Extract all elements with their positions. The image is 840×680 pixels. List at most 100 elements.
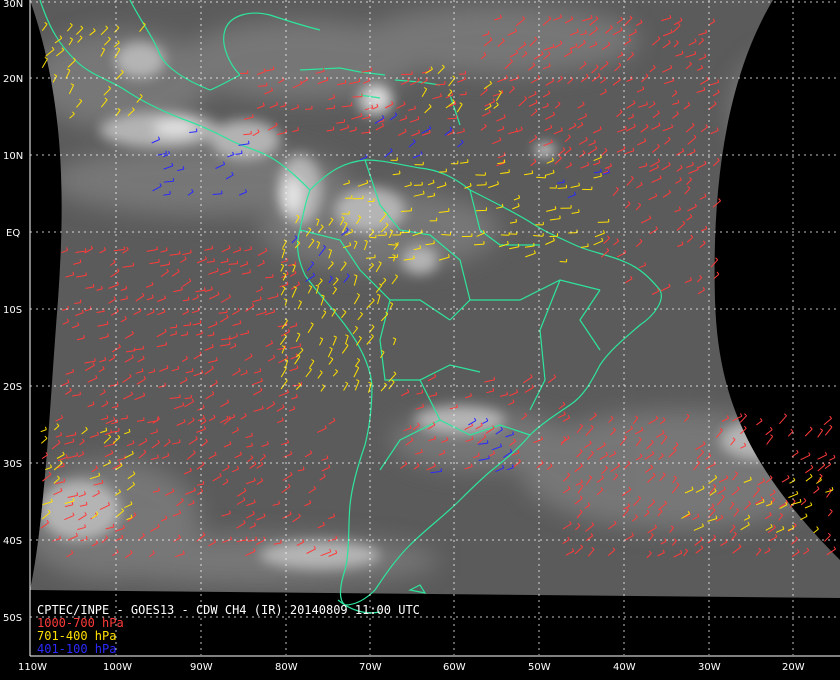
lat-label-20s: 20S [3, 382, 22, 393]
wind-barb-tick [76, 492, 79, 496]
wind-barb [825, 489, 834, 493]
lat-label-10n: 10N [3, 151, 23, 162]
wind-barb-tick [272, 66, 275, 70]
wind-barb-tick [212, 331, 215, 335]
wind-barb-tick [284, 345, 286, 349]
wind-barb-tick [118, 427, 120, 432]
lat-label-30s: 30S [3, 459, 22, 470]
lat-label-20n: 20N [3, 74, 23, 85]
wind-barb-tick [829, 424, 833, 428]
wind-barb-tick [211, 245, 214, 249]
wind-barb-tick [169, 191, 171, 195]
wind-barb-tick [252, 114, 254, 118]
wind-barb-tick [827, 532, 831, 536]
wind-barb-tick [740, 413, 743, 417]
wind-barb [817, 430, 824, 438]
lon-label-30w: 30W [698, 662, 721, 673]
wind-barb-tick [578, 182, 580, 186]
wind-barb [40, 438, 48, 444]
wind-barb-tick [517, 243, 520, 247]
wind-barb-tick [816, 486, 820, 490]
wind-barb-tick [182, 166, 185, 170]
wind-barb [766, 436, 774, 445]
wind-barb [781, 477, 790, 483]
wind-barb-tick [158, 487, 160, 491]
wind-barb-tick [302, 466, 305, 470]
wind-barb-tick [168, 261, 171, 265]
wind-barb-tick [226, 258, 229, 262]
wind-barb [41, 58, 48, 69]
wind-barb-tick [157, 454, 159, 458]
wind-barb-tick [488, 455, 490, 459]
wind-barb-tick [810, 502, 813, 506]
wind-barb-tick [251, 442, 253, 446]
wind-barb-tick [106, 321, 109, 325]
lat-label-10s: 10S [3, 305, 22, 316]
wind-barb-tick [799, 498, 802, 503]
wind-barb-tick [74, 431, 77, 435]
wind-barb [805, 467, 814, 474]
wind-barb [827, 511, 833, 517]
wind-barb-tick [492, 387, 495, 392]
wind-barb-tick [112, 523, 115, 528]
wind-barb [559, 261, 567, 263]
wind-barb [787, 430, 794, 437]
wind-barb [789, 479, 796, 484]
wind-barb [365, 257, 376, 259]
wind-barb-tick [515, 218, 517, 223]
wind-barb-tick [153, 368, 156, 372]
wind-barb-tick [414, 105, 416, 109]
wind-barb-tick [276, 293, 279, 297]
wind-barb-tick [106, 415, 109, 419]
wind-barb [756, 420, 763, 426]
wind-barb [536, 176, 546, 179]
wind-barb-tick [71, 501, 74, 505]
wind-barb-tick [63, 478, 66, 482]
wind-barb-tick [433, 192, 436, 196]
wind-barb [813, 528, 819, 534]
wind-barb-tick [743, 425, 747, 429]
wind-barb-tick [156, 246, 158, 250]
wind-barb-tick [178, 439, 181, 443]
wind-barb-tick [181, 286, 183, 290]
wind-barb-tick [332, 126, 335, 130]
wind-barb-tick [790, 428, 794, 432]
wind-barb [804, 428, 813, 437]
wind-barb [817, 464, 826, 472]
wind-barb [713, 273, 720, 279]
lon-label-90w: 90W [190, 662, 213, 673]
wind-barb-tick [190, 249, 192, 253]
wind-barb-tick [833, 546, 837, 550]
wind-barb-tick [716, 271, 720, 275]
wind-barb-tick [831, 486, 834, 491]
wind-barb-tick [805, 513, 808, 517]
wind-barb-tick [67, 305, 69, 310]
wind-barb [817, 454, 827, 460]
wind-barb-tick [202, 480, 205, 485]
wind-barb-tick [456, 404, 458, 408]
wind-barb [257, 85, 267, 87]
wind-barb [805, 476, 813, 482]
lon-label-40w: 40W [613, 662, 636, 673]
wind-barb [800, 454, 811, 461]
wind-barb-tick [280, 539, 282, 543]
wind-barb-tick [250, 246, 252, 250]
wind-barb-tick [501, 203, 504, 207]
wind-barb-tick [422, 190, 425, 194]
lon-label-110w: 110W [18, 662, 47, 673]
wind-barb-tick [294, 261, 297, 265]
wind-barb-tick [585, 30, 587, 34]
wind-barb [765, 429, 773, 436]
wind-barb-tick [278, 500, 280, 504]
wind-barb-tick [399, 170, 401, 174]
wind-barb-tick [116, 403, 119, 407]
lon-label-50w: 50W [528, 662, 551, 673]
wind-barb-tick [116, 381, 119, 385]
lat-label-eq: EQ [6, 228, 20, 239]
longitude-labels: 110W 100W 90W 80W 70W 60W 50W 40W 30W 20… [18, 662, 805, 673]
wind-barb-tick [245, 536, 248, 540]
wind-barb-tick [229, 341, 231, 345]
wind-barb [779, 415, 787, 425]
lon-label-70w: 70W [359, 662, 382, 673]
wind-barb-tick [44, 426, 47, 430]
